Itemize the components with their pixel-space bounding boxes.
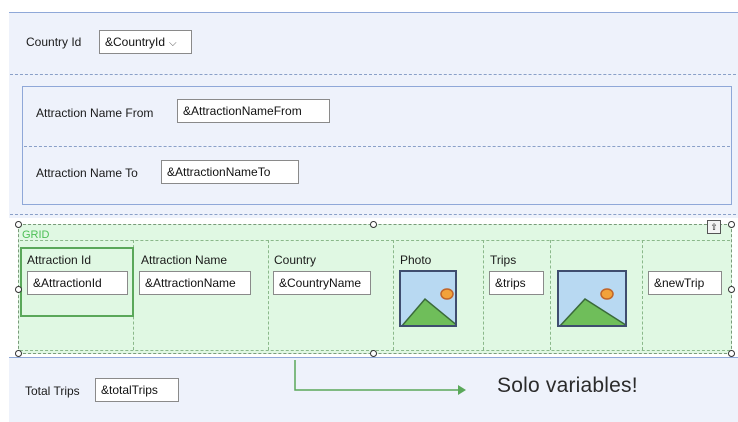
country-name-field[interactable]: &CountryName — [273, 271, 371, 295]
grid-top-border — [20, 240, 730, 241]
attraction-name-to-field[interactable]: &AttractionNameTo — [161, 160, 299, 184]
resize-handle[interactable] — [15, 350, 22, 357]
image-placeholder-icon — [559, 272, 625, 325]
country-id-variable: &CountryId — [105, 35, 166, 49]
action-image[interactable] — [557, 270, 627, 327]
divider — [10, 74, 736, 75]
column-separator — [483, 240, 484, 350]
resize-handle[interactable] — [728, 221, 735, 228]
country-id-combo[interactable]: &CountryId ⌵ — [99, 30, 192, 54]
new-trip-button[interactable]: &newTrip — [648, 271, 722, 295]
total-trips-field[interactable]: &totalTrips — [95, 378, 179, 402]
attraction-name-to-label: Attraction Name To — [36, 166, 138, 180]
column-separator — [393, 240, 394, 350]
column-header-country: Country — [274, 253, 317, 267]
resize-handle[interactable] — [728, 350, 735, 357]
resize-handle[interactable] — [370, 221, 377, 228]
column-header-attraction-name: Attraction Name — [141, 253, 228, 267]
resize-handle[interactable] — [15, 221, 22, 228]
chevron-down-icon: ⌵ — [169, 38, 177, 49]
column-header-trips: Trips — [490, 253, 517, 267]
column-separator — [642, 240, 643, 350]
attraction-name-from-label: Attraction Name From — [36, 106, 154, 120]
image-placeholder-icon — [401, 272, 455, 325]
country-id-label: Country Id — [26, 35, 82, 49]
web-panel-designer: Country Id &CountryId ⌵ Attraction Name F… — [0, 0, 738, 422]
trips-field[interactable]: &trips — [489, 271, 544, 295]
column-separator — [268, 240, 269, 350]
arrow-up-icon: ⇧ — [710, 222, 718, 232]
divider — [24, 146, 730, 147]
divider — [10, 214, 736, 215]
annotation-text: Solo variables! — [497, 374, 638, 397]
resize-handle[interactable] — [728, 286, 735, 293]
column-separator — [550, 240, 551, 350]
move-up-button[interactable]: ⇧ — [707, 220, 721, 234]
column-header-photo: Photo — [400, 253, 432, 267]
total-trips-label: Total Trips — [25, 384, 80, 398]
resize-handle[interactable] — [370, 350, 377, 357]
attraction-id-field[interactable]: &AttractionId — [27, 271, 128, 295]
photo-image[interactable] — [399, 270, 457, 327]
attraction-name-field[interactable]: &AttractionName — [139, 271, 251, 295]
attraction-name-from-field[interactable]: &AttractionNameFrom — [177, 99, 330, 123]
resize-handle[interactable] — [15, 286, 22, 293]
annotation-arrow — [294, 360, 466, 395]
